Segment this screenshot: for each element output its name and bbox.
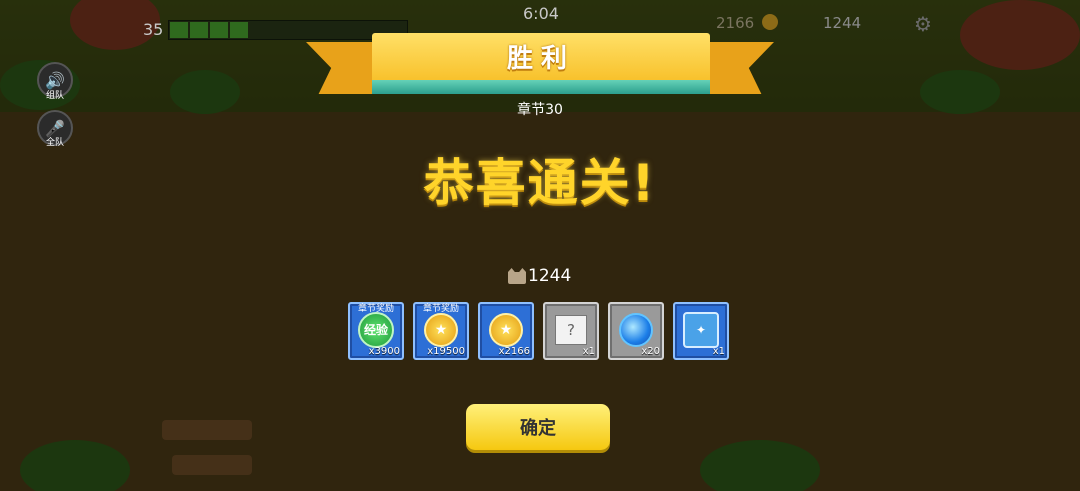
reward-item-exp[interactable]: 章节奖励 经验 x3900 [348,302,404,360]
fish-count: 1244 [823,14,862,32]
reward-item-mystery[interactable]: ? x1 [543,302,599,360]
coin-icon: ★ [489,312,523,347]
coin-icon [762,14,778,30]
reward-qty: x3900 [368,346,400,357]
reward-qty: x20 [641,346,660,357]
treasure-chest-icon: ✦ [683,311,719,348]
reward-list: 章节奖励 经验 x3900 章节奖励 ★ x19500 ★ x2166 ? x1… [348,302,729,360]
ribbon-band [372,80,710,94]
reward-qty: x1 [712,346,725,357]
player-level: 35 [143,20,164,39]
game-timer: 6:04 [523,4,559,23]
reward-item-chest[interactable]: ✦ x1 [673,302,729,360]
chapter-label: 章节30 [517,102,563,118]
congrats-heading: 恭喜通关! [423,154,657,212]
health-segment [230,22,248,38]
coin-icon: ★ [424,312,458,347]
blue-swirl-icon [619,312,653,347]
reward-item-coins[interactable]: ★ x2166 [478,302,534,360]
health-segment [210,22,228,38]
fish-reward-total: 1244 [508,265,571,287]
fish-reward-value: 1244 [528,266,572,286]
reward-qty: x1 [582,346,595,357]
coin-count: 2166 [716,14,755,32]
reward-item-coins[interactable]: 章节奖励 ★ x19500 [413,302,469,360]
health-segment [170,22,188,38]
exp-icon: 经验 [358,311,394,348]
victory-title: 胜利 [506,44,575,74]
cat-fish-icon [508,268,526,284]
gear-icon[interactable]: ⚙ [914,12,932,36]
reward-qty: x2166 [498,346,530,357]
reward-qty: x19500 [427,346,465,357]
confirm-button[interactable]: 确定 [466,404,610,450]
reward-item-swirl[interactable]: x20 [608,302,664,360]
mystery-scroll-icon: ? [555,314,587,345]
health-segment [190,22,208,38]
